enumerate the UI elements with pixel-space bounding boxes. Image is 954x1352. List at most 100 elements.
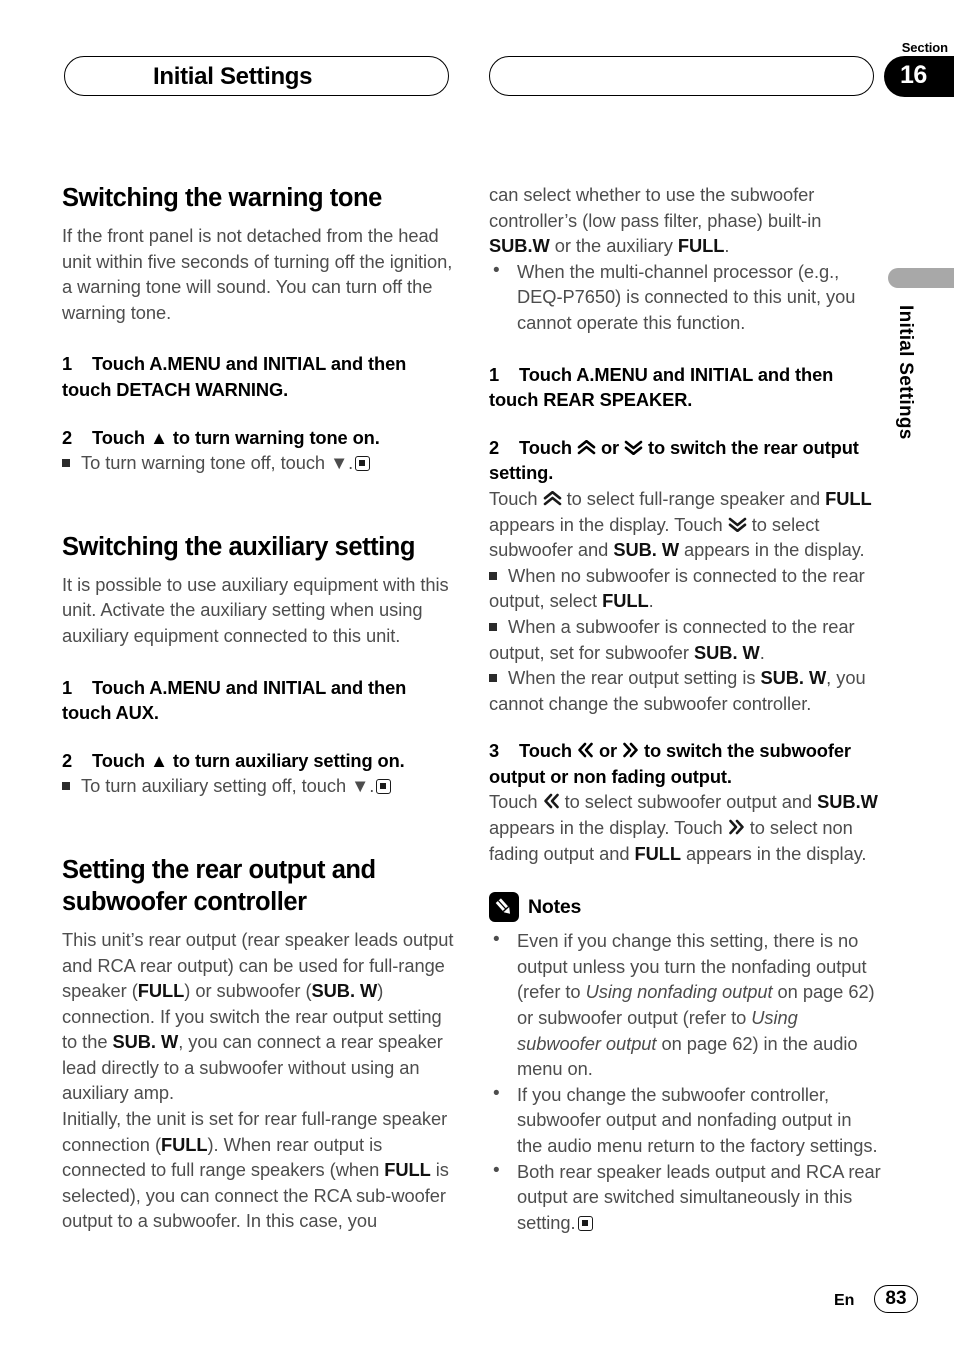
page-title: Initial Settings (153, 63, 313, 90)
end-of-section-icon (376, 779, 392, 795)
step-2-warning-tone: 2 Touch ▲ to turn warning tone on. (62, 425, 454, 451)
text-run-italic: Using nonfading output (585, 981, 773, 1003)
text-run: Both rear speaker leads output and RCA r… (517, 1160, 881, 1233)
text-run-bold: SUB. W (613, 539, 680, 561)
notes-list: Even if you change this setting, there i… (489, 927, 881, 1236)
text-run: When no subwoofer is connected to the re… (489, 564, 865, 612)
text-run-bold: FULL (384, 1159, 431, 1181)
text-run-bold: SUB.W (817, 791, 878, 813)
text-run-bold: SUB. W (760, 667, 827, 689)
text-run: or (593, 740, 623, 762)
heading-switching-warning-tone: Switching the warning tone (62, 184, 382, 212)
end-of-section-icon (355, 456, 371, 472)
double-angle-left-icon (577, 742, 594, 758)
step-2-note-3: When the rear output setting is SUB. W, … (489, 665, 881, 716)
double-chevron-up-icon (543, 490, 562, 506)
text-run-bold: SUB. W (694, 641, 760, 663)
step-3-body: Touch to select subwoofer output and SUB… (489, 789, 881, 866)
text-run-bold: FULL (634, 842, 681, 864)
step-2-auxiliary: 2 Touch ▲ to turn auxiliary setting on. (62, 748, 454, 774)
text-run: to select full-range speaker and (561, 487, 826, 509)
step-number: 2 (62, 749, 73, 771)
square-bullet-icon (62, 782, 70, 791)
text-run-bold: SUB. W (311, 980, 378, 1002)
side-tab-label: Initial Settings (895, 305, 916, 440)
text-run: Touch (519, 436, 577, 458)
square-bullet-icon (489, 571, 497, 580)
text-run: to select subwoofer output and (559, 791, 818, 813)
step-2-note-1: When no subwoofer is connected to the re… (489, 563, 881, 614)
footer-language: En (834, 1292, 855, 1309)
intro-auxiliary-setting: It is possible to use auxiliary equipmen… (62, 573, 449, 646)
step-number: 1 (62, 676, 73, 698)
text-run: Touch (489, 791, 543, 813)
step-1-rear-speaker: 1 Touch A.MENU and INITIAL and then touch… (489, 362, 881, 413)
notes-header: Notes (489, 892, 881, 923)
header-title-pill: Initial Settings (64, 56, 449, 96)
step-text: Touch A.MENU and INITIAL and then touch … (62, 353, 407, 400)
notes-title: Notes (528, 895, 582, 918)
step-2-warning-tone-note: To turn warning tone off, touch ▼. (62, 450, 454, 476)
para-continuation: can select whether to use the subwoofer … (489, 182, 881, 259)
step-number: 3 (489, 740, 500, 762)
intro-warning-tone: If the front panel is not detached from … (62, 225, 453, 323)
double-chevron-up-icon (577, 439, 596, 455)
text-run: Touch (489, 487, 543, 509)
double-angle-left-icon (543, 793, 560, 809)
square-bullet-icon (489, 622, 497, 631)
left-column: Switching the warning tone If the front … (62, 182, 454, 1234)
note-text: To turn auxiliary setting off, touch ▼. (81, 775, 375, 797)
text-run: or (595, 436, 625, 458)
text-run-bold: FULL (677, 235, 725, 257)
text-run-bold: SUB. W (112, 1031, 179, 1053)
step-text: Touch ▲ to turn auxiliary setting on. (92, 749, 405, 771)
text-run: . (724, 235, 730, 257)
text-run: . (759, 641, 765, 663)
step-3-subwoofer-output: 3 Touch or to switch the subwoofer output… (489, 738, 881, 789)
end-of-section-icon (577, 1215, 593, 1231)
step-1-auxiliary: 1 Touch A.MENU and INITIAL and then touch… (62, 675, 454, 726)
text-run: If you change the subwoofer controller, … (517, 1083, 878, 1156)
page-header: Initial Settings Section 16 (0, 40, 954, 100)
step-2-rear-output: 2 Touch or to switch the rear output sett… (489, 435, 881, 486)
text-run: appears in the display. Touch (489, 817, 728, 839)
text-run-bold: FULL (602, 590, 649, 612)
text-run-bold: FULL (137, 980, 185, 1002)
step-2-body: Touch to select full-range speaker and F… (489, 486, 881, 563)
footer-page-number: 83 (874, 1285, 918, 1313)
side-tab-bar (888, 268, 954, 288)
right-column: can select whether to use the subwoofer … (489, 182, 881, 1235)
text-run: ) or subwoofer ( (184, 980, 312, 1002)
step-number: 1 (489, 363, 500, 385)
double-angle-right-icon (622, 742, 639, 758)
list-item: If you change the subwoofer controller, … (489, 1081, 881, 1159)
text-run: appears in the display. Touch (489, 513, 728, 535)
step-2-auxiliary-note: To turn auxiliary setting off, touch ▼. (62, 773, 454, 799)
list-item: When the multi-channel processor (e.g., … (489, 258, 881, 336)
text-run: appears in the display. (679, 539, 865, 561)
text-run: Touch (519, 740, 577, 762)
text-run: . (648, 590, 654, 612)
text-run: can select whether to use the subwoofer … (489, 184, 822, 231)
step-2-note-2: When a subwoofer is connected to the rea… (489, 614, 881, 665)
list-item: Even if you change this setting, there i… (489, 927, 881, 1082)
note-text: To turn warning tone off, touch ▼. (81, 452, 354, 474)
square-bullet-icon (489, 674, 497, 683)
double-chevron-down-icon (624, 440, 643, 455)
section-badge: 16 (884, 56, 954, 97)
text-run: When the rear output setting is (508, 667, 761, 689)
double-chevron-down-icon (728, 517, 747, 532)
step-number: 2 (62, 426, 73, 448)
section-number: 16 (900, 61, 927, 89)
para-rear-output-2: Initially, the unit is set for rear full… (62, 1106, 454, 1234)
heading-switching-auxiliary-setting: Switching the auxiliary setting (62, 532, 416, 561)
step-number: 1 (62, 353, 73, 375)
step-text: Touch ▲ to turn warning tone on. (92, 426, 380, 448)
pencil-icon (489, 892, 519, 923)
text-run-bold: FULL (161, 1133, 208, 1155)
section-label: Section (901, 40, 948, 55)
list-item: Both rear speaker leads output and RCA r… (489, 1158, 881, 1236)
heading-setting-rear-output: Setting the rear output and subwoofer co… (62, 855, 376, 916)
step-text: Touch A.MENU and INITIAL and then touch … (62, 676, 407, 724)
continuation-bullets: When the multi-channel processor (e.g., … (489, 258, 881, 336)
